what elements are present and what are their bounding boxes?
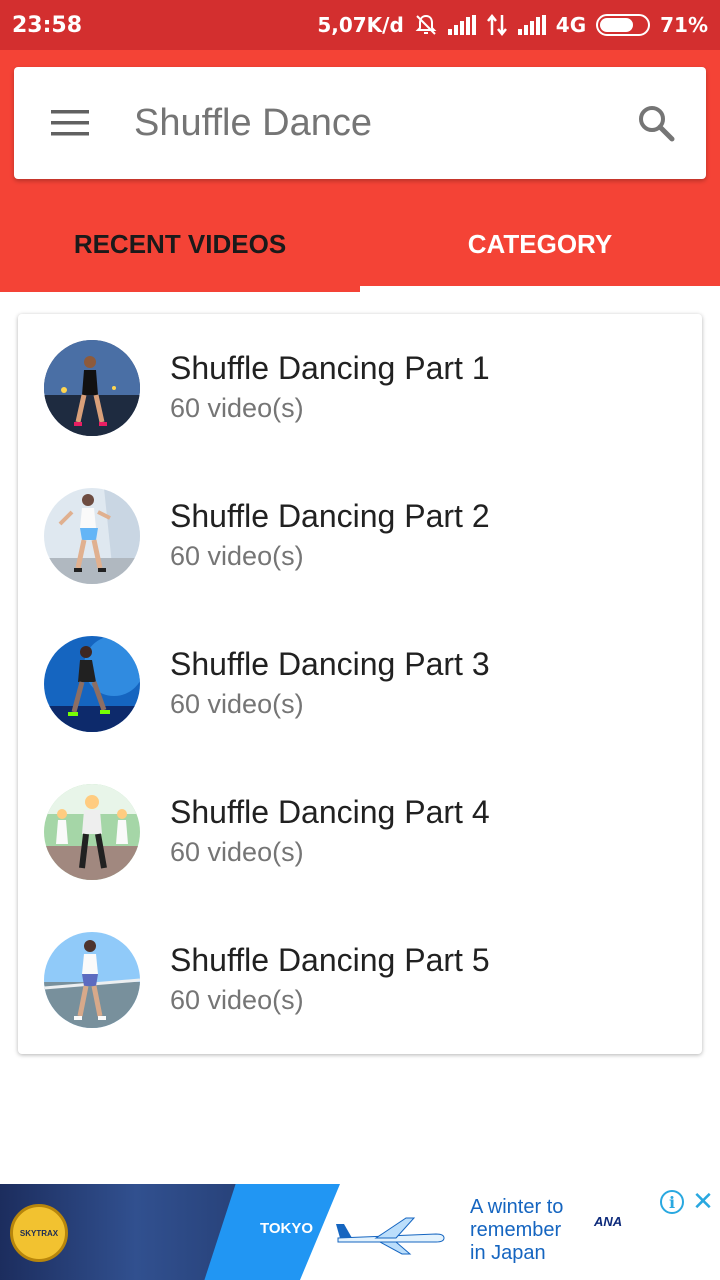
tab-indicator xyxy=(360,286,720,292)
ad-headline: A winter to remember in Japan xyxy=(470,1196,600,1265)
list-item-text: Shuffle Dancing Part 1 60 video(s) xyxy=(170,350,490,424)
ad-headline-line: remember xyxy=(470,1219,562,1241)
video-count: 60 video(s) xyxy=(170,985,304,1015)
category-title: Shuffle Dancing Part 4 xyxy=(170,794,490,830)
category-thumbnail xyxy=(44,488,140,584)
tab-category-label: CATEGORY xyxy=(467,228,613,259)
tab-bar: RECENT VIDEOS CATEGORY xyxy=(0,196,720,292)
status-time: 23:58 xyxy=(12,12,83,38)
ad-tokyo-label: TOKYO xyxy=(260,1220,314,1237)
list-item-text: Shuffle Dancing Part 3 60 video(s) xyxy=(170,646,490,720)
tab-recent-videos[interactable]: RECENT VIDEOS xyxy=(0,196,360,292)
list-item[interactable]: Shuffle Dancing Part 5 60 video(s) xyxy=(18,906,702,1054)
category-title: Shuffle Dancing Part 1 xyxy=(170,350,490,386)
signal-icon xyxy=(447,15,476,35)
status-bar: 23:58 5,07K/d 4G 71% xyxy=(0,0,720,50)
video-count: 60 video(s) xyxy=(170,837,304,867)
battery-icon xyxy=(596,14,651,36)
list-item-text: Shuffle Dancing Part 4 60 video(s) xyxy=(170,794,490,868)
network-speed: 5,07K/d xyxy=(317,13,404,37)
signal-icon xyxy=(517,15,546,35)
category-title: Shuffle Dancing Part 5 xyxy=(170,942,490,978)
list-item[interactable]: Shuffle Dancing Part 1 60 video(s) xyxy=(18,314,702,462)
screen: 23:58 5,07K/d 4G 71% Shuffle Dance RECEN… xyxy=(0,0,720,1280)
data-transfer-icon xyxy=(486,13,507,37)
ad-brand-logo: ANA xyxy=(594,1214,623,1229)
category-title: Shuffle Dancing Part 3 xyxy=(170,646,490,682)
list-item[interactable]: Shuffle Dancing Part 3 60 video(s) xyxy=(18,610,702,758)
ad-award-badge: SKYTRAX xyxy=(10,1204,68,1262)
list-item[interactable]: Shuffle Dancing Part 4 60 video(s) xyxy=(18,758,702,906)
app-header: Shuffle Dance RECENT VIDEOS CATEGORY xyxy=(0,50,720,292)
search-bar[interactable]: Shuffle Dance xyxy=(14,67,706,179)
status-icons: 5,07K/d 4G 71% xyxy=(317,13,708,37)
video-count: 60 video(s) xyxy=(170,393,304,423)
ad-headline-line: in Japan xyxy=(470,1242,546,1264)
video-count: 60 video(s) xyxy=(170,689,304,719)
category-list: Shuffle Dancing Part 1 60 video(s) Shuff… xyxy=(18,314,702,1054)
search-icon xyxy=(639,106,675,142)
notifications-off-icon xyxy=(415,14,437,35)
category-thumbnail xyxy=(44,784,140,880)
list-item-text: Shuffle Dancing Part 5 60 video(s) xyxy=(170,942,490,1016)
video-count: 60 video(s) xyxy=(170,541,304,571)
list-item-text: Shuffle Dancing Part 2 60 video(s) xyxy=(170,498,490,572)
menu-button[interactable] xyxy=(14,67,126,179)
search-button[interactable] xyxy=(606,67,706,179)
tab-category[interactable]: CATEGORY xyxy=(360,196,720,292)
close-icon[interactable]: ✕ xyxy=(690,1188,716,1214)
list-item[interactable]: Shuffle Dancing Part 2 60 video(s) xyxy=(18,462,702,610)
category-thumbnail xyxy=(44,932,140,1028)
hamburger-menu-icon xyxy=(51,110,89,136)
network-type: 4G xyxy=(555,13,587,37)
ad-banner[interactable]: SKYTRAX TOKYO A winter to remember in Ja… xyxy=(0,1184,720,1280)
battery-percent: 71% xyxy=(660,13,708,37)
airplane-icon xyxy=(336,1217,445,1255)
category-thumbnail xyxy=(44,340,140,436)
category-thumbnail xyxy=(44,636,140,732)
category-title: Shuffle Dancing Part 2 xyxy=(170,498,490,534)
ad-headline-line: A winter to xyxy=(470,1196,564,1218)
app-title: Shuffle Dance xyxy=(134,101,373,144)
info-icon[interactable]: i xyxy=(660,1190,684,1214)
